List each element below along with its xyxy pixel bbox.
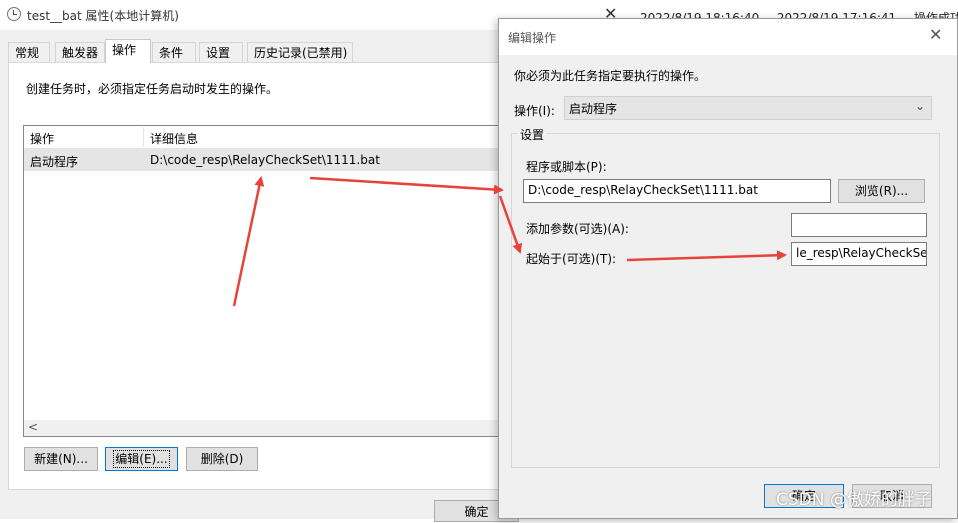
new-action-button[interactable]: 新建(N)... bbox=[24, 447, 98, 471]
dialog-instruction: 你必须为此任务指定要执行的操作。 bbox=[514, 69, 707, 83]
dialog-title: 编辑操作 bbox=[508, 31, 557, 45]
clock-icon bbox=[7, 7, 21, 21]
browse-button-label: 浏览(R)... bbox=[854, 184, 909, 198]
program-input[interactable]: D:\code_resp\RelayCheckSet\1111.bat bbox=[523, 179, 831, 203]
tab-conditions[interactable]: 条件 bbox=[152, 42, 196, 62]
window-title: test__bat 属性(本地计算机) bbox=[27, 9, 179, 23]
watermark: CSDN @傲娇的胖子 bbox=[776, 490, 932, 510]
horizontal-scrollbar[interactable]: < bbox=[24, 420, 502, 436]
tab-general[interactable]: 常规 bbox=[8, 42, 50, 62]
chevron-down-icon: ⌄ bbox=[914, 99, 925, 113]
edit-action-button-label: 编辑(E)... bbox=[113, 450, 170, 468]
scroll-left-icon[interactable]: < bbox=[28, 420, 38, 434]
tab-settings[interactable]: 设置 bbox=[199, 42, 243, 62]
row-action-cell: 启动程序 bbox=[30, 155, 79, 169]
close-icon[interactable]: ✕ bbox=[929, 25, 942, 44]
arguments-label: 添加参数(可选)(A): bbox=[526, 222, 629, 236]
edit-action-button[interactable]: 编辑(E)... bbox=[105, 447, 178, 471]
program-label: 程序或脚本(P): bbox=[526, 160, 607, 174]
dialog-body: 你必须为此任务指定要执行的操作。 操作(I): 启动程序 ⌄ 设置 程序或脚本(… bbox=[499, 55, 957, 518]
start-in-input[interactable]: le_resp\RelayCheckSet bbox=[791, 242, 927, 266]
action-type-select[interactable]: 启动程序 ⌄ bbox=[564, 96, 932, 120]
edit-action-dialog: 编辑操作 ✕ 你必须为此任务指定要执行的操作。 操作(I): 启动程序 ⌄ 设置… bbox=[498, 18, 958, 519]
column-header-action[interactable]: 操作 bbox=[30, 130, 54, 147]
settings-group-label: 设置 bbox=[517, 126, 548, 143]
ok-button-label: 确定 bbox=[464, 505, 489, 519]
delete-action-button[interactable]: 删除(D) bbox=[186, 447, 258, 471]
new-action-button-label: 新建(N)... bbox=[34, 452, 88, 466]
arguments-input[interactable] bbox=[791, 213, 927, 237]
action-type-label: 操作(I): bbox=[514, 104, 555, 118]
browse-button[interactable]: 浏览(R)... bbox=[838, 179, 925, 203]
row-detail-cell: D:\code_resp\RelayCheckSet\1111.bat bbox=[150, 153, 380, 167]
tab-triggers[interactable]: 触发器 bbox=[55, 42, 105, 62]
column-header-detail[interactable]: 详细信息 bbox=[150, 130, 198, 147]
delete-action-button-label: 删除(D) bbox=[200, 452, 244, 466]
tab-history[interactable]: 历史记录(已禁用) bbox=[247, 42, 353, 62]
tab-actions[interactable]: 操作 bbox=[105, 39, 151, 63]
column-separator bbox=[143, 127, 144, 147]
start-in-label: 起始于(可选)(T): bbox=[526, 252, 617, 266]
actions-list-header bbox=[24, 126, 502, 149]
action-type-value: 启动程序 bbox=[569, 102, 618, 116]
actions-description: 创建任务时，必须指定任务启动时发生的操作。 bbox=[26, 82, 279, 96]
actions-list bbox=[23, 125, 503, 437]
